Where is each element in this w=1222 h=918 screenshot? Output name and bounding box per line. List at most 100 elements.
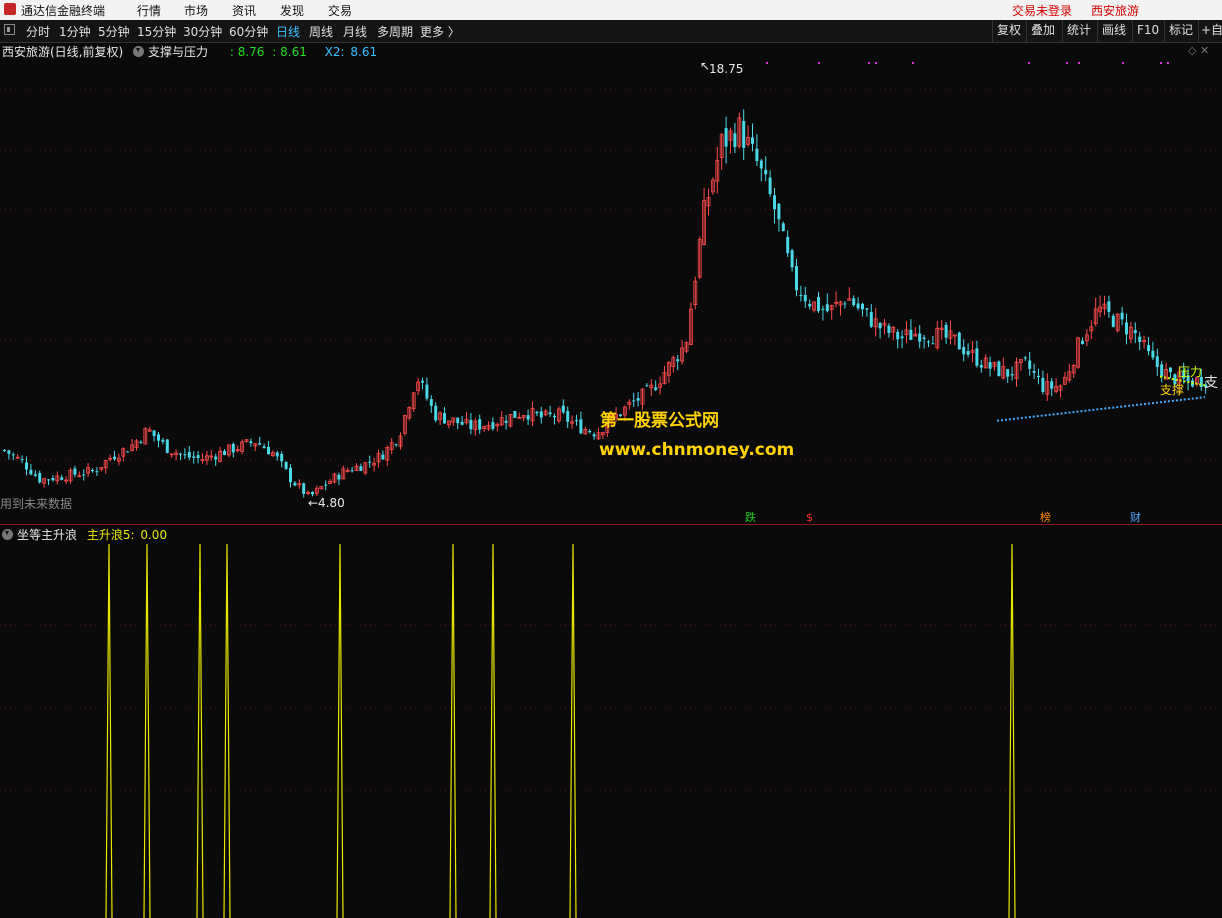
candle-body (843, 303, 847, 305)
candle-body (755, 148, 759, 162)
candle-body (381, 454, 385, 460)
candle-body (733, 133, 737, 148)
candle-body (469, 420, 473, 430)
event-marker-bang[interactable]: 榜 (1040, 510, 1051, 524)
indicator-menu-icon[interactable] (133, 46, 145, 57)
candle-body (126, 451, 130, 453)
period-multi[interactable]: 多周期 (377, 23, 413, 40)
candle-body (592, 434, 596, 437)
candle-body (821, 308, 825, 310)
menu-hangqing[interactable]: 行情 (137, 2, 161, 19)
candle-body (456, 417, 460, 424)
candle-body (157, 434, 160, 441)
candle-body (579, 419, 583, 434)
tongji-button[interactable]: 统计 (1062, 20, 1097, 42)
signal-spike (569, 543, 577, 918)
period-monthly[interactable]: 月线 (343, 23, 367, 40)
event-marker-die[interactable]: 跌 (745, 510, 756, 524)
candle-body (113, 456, 116, 460)
candle-body (91, 470, 94, 472)
signal-dot (1160, 62, 1162, 64)
menu-jiaoyi[interactable]: 交易 (328, 2, 352, 19)
low-price-label: ←4.80 (308, 496, 345, 510)
period-15min[interactable]: 15分钟 (137, 23, 176, 40)
menu-bar: 通达信金融终端 行情 市场 资讯 发现 交易 交易未登录 西安旅游 (0, 0, 1222, 21)
candle-body (359, 466, 363, 472)
signal-spike (449, 543, 457, 918)
future-data-label: 用到未来数据 (0, 496, 72, 511)
candle-body (931, 343, 935, 345)
sub-indicator-menu-icon[interactable] (2, 529, 13, 540)
candle-body (47, 479, 50, 481)
candle-body (1147, 345, 1150, 352)
period-daily[interactable]: 日线 (276, 23, 300, 40)
login-status[interactable]: 交易未登录 (1012, 2, 1072, 19)
candle-body (865, 308, 869, 310)
candle-body (25, 462, 28, 470)
edge-label: 支 (1204, 375, 1218, 391)
candle-body (1111, 315, 1115, 327)
candle-body (1028, 360, 1032, 369)
candle-body (764, 169, 768, 175)
candle-body (1010, 374, 1014, 376)
candle-body (7, 450, 11, 454)
indicator-name[interactable]: 支撑与压力 (148, 45, 208, 59)
candle-body (249, 441, 253, 444)
candle-body (724, 128, 728, 147)
period-60min[interactable]: 60分钟 (229, 23, 268, 40)
period-30min[interactable]: 30分钟 (183, 23, 222, 40)
event-marker-cai[interactable]: 财 (1130, 510, 1141, 524)
candle-body (988, 362, 992, 369)
candle-body (878, 323, 882, 329)
candle-body (966, 351, 970, 355)
candle-body (1160, 364, 1164, 377)
watermark-title: 第一股票公式网 (600, 411, 719, 431)
app-logo-icon (4, 3, 16, 15)
candle-body (152, 430, 156, 436)
period-fenshi[interactable]: 分时 (26, 23, 50, 40)
period-5min[interactable]: 5分钟 (98, 23, 130, 40)
event-marker-dollar[interactable]: $ (806, 511, 813, 524)
candle-body (997, 361, 1001, 377)
candle-body (258, 443, 262, 445)
fuquan-button[interactable]: 复权 (992, 20, 1026, 42)
candle-body (3, 449, 6, 451)
candle-body (1151, 350, 1155, 358)
diejia-button[interactable]: 叠加 (1026, 20, 1062, 42)
menu-shichang[interactable]: 市场 (184, 2, 208, 19)
candle-body (187, 451, 191, 458)
biaoji-button[interactable]: 标记 (1164, 20, 1198, 42)
candle-body (909, 329, 913, 340)
menu-faxian[interactable]: 发现 (280, 2, 304, 19)
candle-body (795, 266, 798, 291)
candle-body (654, 387, 658, 390)
candle-body (957, 332, 961, 350)
signal-spike (336, 543, 344, 918)
candle-body (95, 471, 99, 473)
candle-body (275, 452, 279, 457)
candle-body (434, 405, 438, 421)
signal-dot (875, 62, 877, 64)
candle-body (553, 415, 556, 418)
panel-toggle-icon[interactable] (4, 24, 15, 35)
signal-spike (489, 543, 497, 918)
candle-body (504, 420, 508, 423)
pane-controls[interactable]: ◇ ✕ (1188, 44, 1210, 58)
candle-body (575, 420, 578, 422)
zixuan-button[interactable]: +自 (1198, 20, 1222, 42)
menu-zixun[interactable]: 资讯 (232, 2, 256, 19)
huaxian-button[interactable]: 画线 (1097, 20, 1132, 42)
candle-body (38, 473, 42, 483)
period-weekly[interactable]: 周线 (309, 23, 333, 40)
candle-body (192, 456, 196, 458)
candle-body (513, 411, 517, 418)
candle-body (900, 336, 904, 339)
candle-body (311, 491, 314, 495)
candle-body (293, 482, 297, 486)
candle-body (478, 419, 482, 430)
pane-divider[interactable] (0, 524, 1222, 525)
period-1min[interactable]: 1分钟 (59, 23, 91, 40)
candle-body (284, 461, 288, 469)
f10-button[interactable]: F10 (1132, 20, 1164, 42)
period-more[interactable]: 更多 〉 (420, 23, 460, 40)
